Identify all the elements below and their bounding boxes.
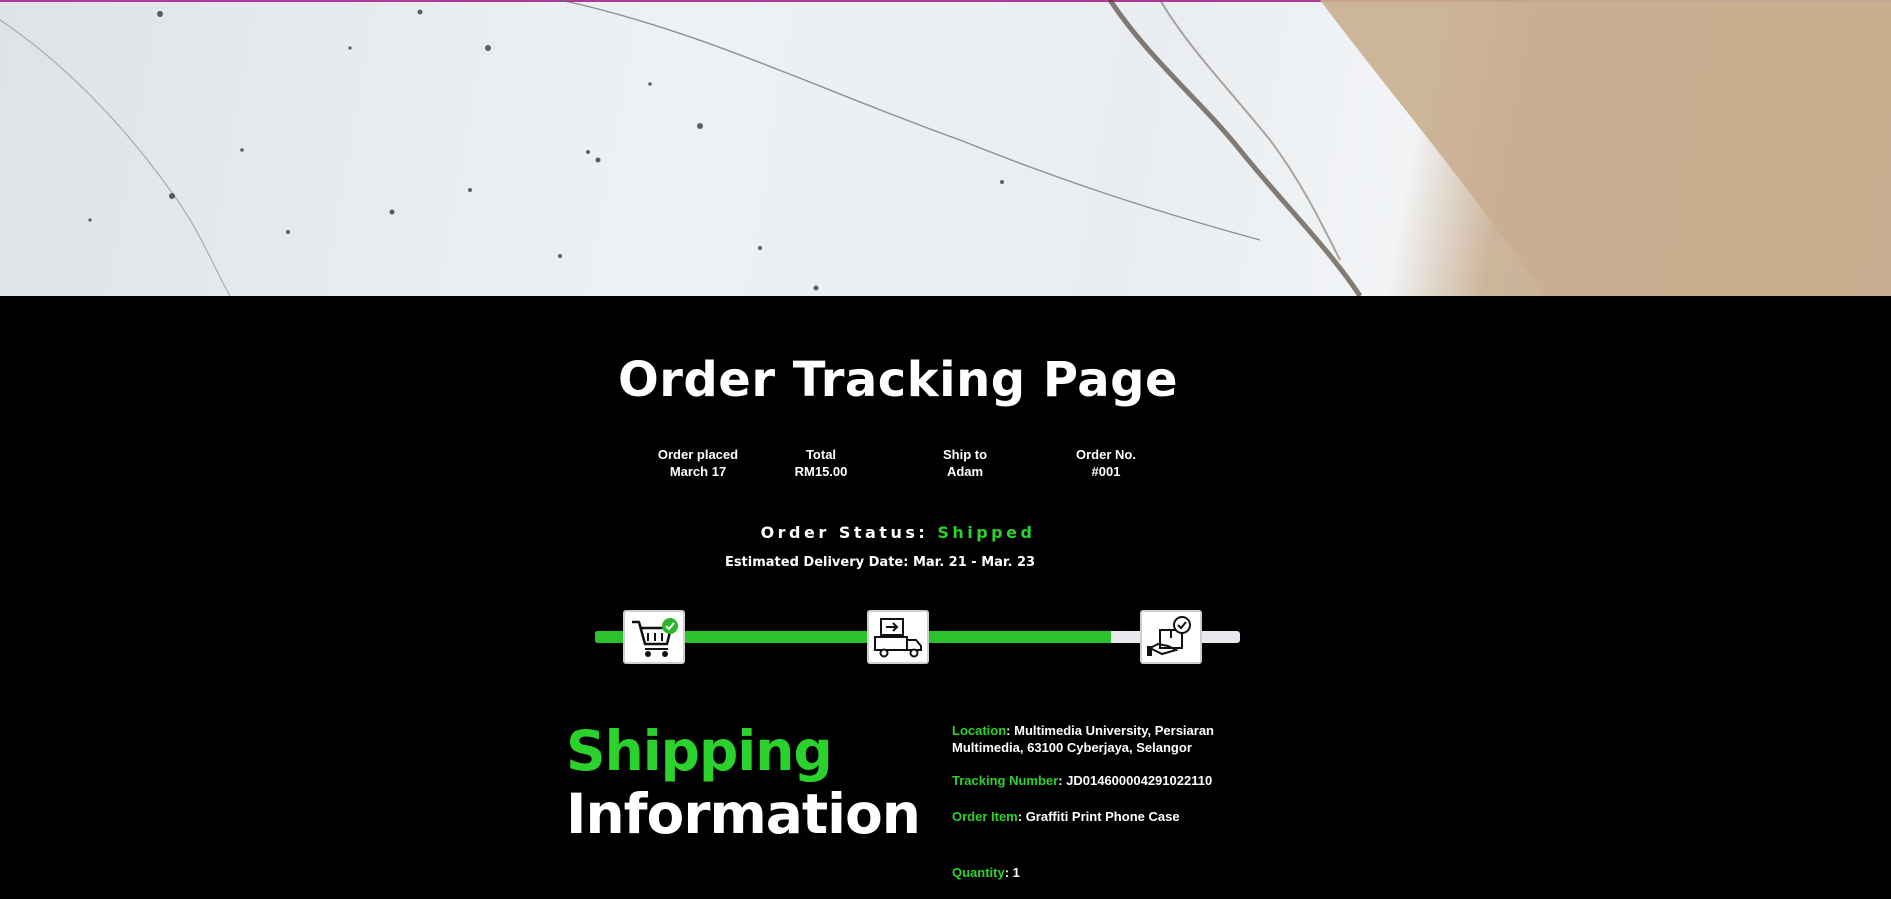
ship-to-label: Ship to — [942, 447, 988, 462]
hero-banner-image — [0, 0, 1891, 296]
order-status-label: Order Status: — [760, 523, 938, 542]
tracking-number-value: : JD014600004291022110 — [1058, 773, 1213, 788]
order-total-summary: Total RM15.00 — [751, 446, 891, 480]
ship-to-summary: Ship to Adam — [895, 446, 1035, 480]
shipping-quantity: Quantity: 1 — [952, 864, 1242, 881]
quantity-value: : 1 — [1004, 865, 1020, 880]
order-item-value: : Graffiti Print Phone Case — [1017, 809, 1180, 824]
shipping-order-item: Order Item: Graffiti Print Phone Case — [952, 808, 1242, 825]
location-label: Location — [952, 723, 1007, 738]
shipping-information-heading: Shipping Information — [566, 719, 921, 846]
order-number-label: Order No. — [1076, 447, 1136, 462]
estimated-delivery-date: Estimated Delivery Date: Mar. 21 - Mar. … — [724, 555, 1036, 570]
order-placed-value: March 17 — [669, 464, 727, 479]
step-delivered — [1140, 610, 1202, 664]
shipping-heading-line2: Information — [566, 782, 921, 846]
order-item-label: Order Item — [952, 809, 1018, 824]
page-title: Order Tracking Page — [617, 352, 1179, 408]
order-placed-summary: Order placed March 17 — [628, 446, 768, 480]
package-received-icon — [1147, 616, 1191, 656]
delivery-truck-icon — [874, 618, 922, 658]
order-placed-label: Order placed — [657, 447, 739, 462]
order-total-value: RM15.00 — [794, 464, 848, 479]
shipping-tracking-number: Tracking Number: JD014600004291022110 — [952, 772, 1242, 789]
shopping-cart-check-icon — [632, 618, 678, 657]
ship-to-value: Adam — [946, 464, 984, 479]
step-shipped — [867, 610, 929, 664]
order-number-summary: Order No. #001 — [1036, 446, 1176, 480]
quantity-label: Quantity — [952, 865, 1005, 880]
order-number-value: #001 — [1091, 464, 1121, 479]
order-status-value: Shipped — [937, 523, 1036, 542]
shipping-heading-line1: Shipping — [566, 719, 833, 783]
hero-texture — [0, 0, 1891, 296]
tracking-number-label: Tracking Number — [952, 773, 1059, 788]
step-order-placed — [623, 610, 685, 664]
order-total-label: Total — [805, 447, 837, 462]
order-status: Order Status: Shipped — [0, 523, 1796, 542]
shipping-location: Location: Multimedia University, Persiar… — [952, 722, 1242, 756]
